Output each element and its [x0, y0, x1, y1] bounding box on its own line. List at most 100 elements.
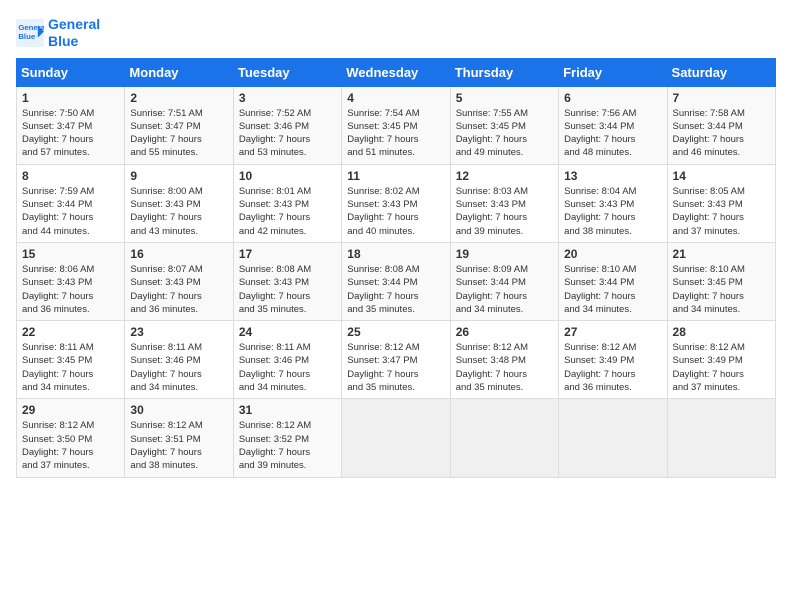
- day-number: 2: [130, 91, 227, 105]
- day-number: 17: [239, 247, 336, 261]
- calendar-cell: 16Sunrise: 8:07 AMSunset: 3:43 PMDayligh…: [125, 242, 233, 320]
- day-number: 1: [22, 91, 119, 105]
- day-info: Sunrise: 7:52 AMSunset: 3:46 PMDaylight:…: [239, 107, 336, 160]
- calendar-cell: 24 Sunrise: 8:11 AMSunset: 3:46 PMDayligh…: [233, 321, 341, 399]
- calendar-cell: 11 Sunrise: 8:02 AMSunset: 3:43 PMDayligh…: [342, 164, 450, 242]
- calendar-cell: [559, 399, 667, 477]
- calendar-cell: 5 Sunrise: 7:55 AMSunset: 3:45 PMDaylight…: [450, 86, 558, 164]
- calendar-cell: 26 Sunrise: 8:12 AMSunset: 3:48 PMDayligh…: [450, 321, 558, 399]
- day-info: Sunrise: 8:11 AMSunset: 3:46 PMDaylight:…: [130, 341, 227, 394]
- day-number: 15: [22, 247, 119, 261]
- day-info: Sunrise: 7:59 AMSunset: 3:44 PMDaylight:…: [22, 185, 119, 238]
- day-number: 22: [22, 325, 119, 339]
- day-info: Sunrise: 8:12 AMSunset: 3:49 PMDaylight:…: [673, 341, 770, 394]
- day-number: 9: [130, 169, 227, 183]
- day-info: Sunrise: 8:00 AMSunset: 3:43 PMDaylight:…: [130, 185, 227, 238]
- day-info: Sunrise: 7:51 AMSunset: 3:47 PMDaylight:…: [130, 107, 227, 160]
- calendar-cell: 10 Sunrise: 8:01 AMSunset: 3:43 PMDayligh…: [233, 164, 341, 242]
- calendar-cell: 31Sunrise: 8:12 AMSunset: 3:52 PMDayligh…: [233, 399, 341, 477]
- calendar-cell: 21 Sunrise: 8:10 AMSunset: 3:45 PMDayligh…: [667, 242, 775, 320]
- day-info: Sunrise: 7:50 AMSunset: 3:47 PMDaylight:…: [22, 107, 119, 160]
- day-info: Sunrise: 8:05 AMSunset: 3:43 PMDaylight:…: [673, 185, 770, 238]
- day-info: Sunrise: 8:10 AMSunset: 3:44 PMDaylight:…: [564, 263, 661, 316]
- day-number: 20: [564, 247, 661, 261]
- day-number: 25: [347, 325, 444, 339]
- calendar-cell: 28Sunrise: 8:12 AMSunset: 3:49 PMDayligh…: [667, 321, 775, 399]
- day-info: Sunrise: 7:56 AMSunset: 3:44 PMDaylight:…: [564, 107, 661, 160]
- calendar-cell: 27 Sunrise: 8:12 AMSunset: 3:49 PMDayligh…: [559, 321, 667, 399]
- calendar-cell: [667, 399, 775, 477]
- calendar-week-2: 8 Sunrise: 7:59 AMSunset: 3:44 PMDaylight…: [17, 164, 776, 242]
- day-info: Sunrise: 8:11 AMSunset: 3:46 PMDaylight:…: [239, 341, 336, 394]
- calendar-table: SundayMondayTuesdayWednesdayThursdayFrid…: [16, 58, 776, 478]
- day-number: 18: [347, 247, 444, 261]
- svg-text:Blue: Blue: [18, 32, 36, 41]
- day-header-friday: Friday: [559, 58, 667, 86]
- calendar-cell: 18 Sunrise: 8:08 AMSunset: 3:44 PMDayligh…: [342, 242, 450, 320]
- calendar-cell: 2 Sunrise: 7:51 AMSunset: 3:47 PMDaylight…: [125, 86, 233, 164]
- day-number: 16: [130, 247, 227, 261]
- calendar-cell: 7 Sunrise: 7:58 AMSunset: 3:44 PMDaylight…: [667, 86, 775, 164]
- calendar-cell: [342, 399, 450, 477]
- day-number: 14: [673, 169, 770, 183]
- calendar-cell: 1 Sunrise: 7:50 AMSunset: 3:47 PMDaylight…: [17, 86, 125, 164]
- calendar-cell: 25 Sunrise: 8:12 AMSunset: 3:47 PMDayligh…: [342, 321, 450, 399]
- day-info: Sunrise: 7:58 AMSunset: 3:44 PMDaylight:…: [673, 107, 770, 160]
- calendar-week-4: 22 Sunrise: 8:11 AMSunset: 3:45 PMDayligh…: [17, 321, 776, 399]
- day-info: Sunrise: 8:12 AMSunset: 3:49 PMDaylight:…: [564, 341, 661, 394]
- day-info: Sunrise: 8:01 AMSunset: 3:43 PMDaylight:…: [239, 185, 336, 238]
- day-number: 10: [239, 169, 336, 183]
- day-number: 24: [239, 325, 336, 339]
- day-info: Sunrise: 8:06 AMSunset: 3:43 PMDaylight:…: [22, 263, 119, 316]
- day-info: Sunrise: 8:04 AMSunset: 3:43 PMDaylight:…: [564, 185, 661, 238]
- calendar-week-5: 29 Sunrise: 8:12 AMSunset: 3:50 PMDayligh…: [17, 399, 776, 477]
- calendar-cell: 8 Sunrise: 7:59 AMSunset: 3:44 PMDaylight…: [17, 164, 125, 242]
- calendar-cell: 29 Sunrise: 8:12 AMSunset: 3:50 PMDayligh…: [17, 399, 125, 477]
- calendar-cell: 30 Sunrise: 8:12 AMSunset: 3:51 PMDayligh…: [125, 399, 233, 477]
- day-info: Sunrise: 8:12 AMSunset: 3:51 PMDaylight:…: [130, 419, 227, 472]
- day-header-thursday: Thursday: [450, 58, 558, 86]
- calendar-cell: 9 Sunrise: 8:00 AMSunset: 3:43 PMDaylight…: [125, 164, 233, 242]
- day-info: Sunrise: 8:08 AMSunset: 3:44 PMDaylight:…: [347, 263, 444, 316]
- day-number: 21: [673, 247, 770, 261]
- day-number: 27: [564, 325, 661, 339]
- calendar-cell: 23Sunrise: 8:11 AMSunset: 3:46 PMDayligh…: [125, 321, 233, 399]
- day-info: Sunrise: 8:12 AMSunset: 3:47 PMDaylight:…: [347, 341, 444, 394]
- day-info: Sunrise: 7:55 AMSunset: 3:45 PMDaylight:…: [456, 107, 553, 160]
- day-number: 5: [456, 91, 553, 105]
- day-info: Sunrise: 8:09 AMSunset: 3:44 PMDaylight:…: [456, 263, 553, 316]
- header-row: SundayMondayTuesdayWednesdayThursdayFrid…: [17, 58, 776, 86]
- day-number: 7: [673, 91, 770, 105]
- calendar-cell: 4Sunrise: 7:54 AMSunset: 3:45 PMDaylight…: [342, 86, 450, 164]
- day-header-tuesday: Tuesday: [233, 58, 341, 86]
- day-header-saturday: Saturday: [667, 58, 775, 86]
- day-number: 31: [239, 403, 336, 417]
- day-info: Sunrise: 8:12 AMSunset: 3:48 PMDaylight:…: [456, 341, 553, 394]
- logo-icon: General Blue: [16, 19, 44, 47]
- calendar-cell: 20 Sunrise: 8:10 AMSunset: 3:44 PMDayligh…: [559, 242, 667, 320]
- day-header-wednesday: Wednesday: [342, 58, 450, 86]
- day-info: Sunrise: 8:10 AMSunset: 3:45 PMDaylight:…: [673, 263, 770, 316]
- day-number: 26: [456, 325, 553, 339]
- day-info: Sunrise: 8:12 AMSunset: 3:50 PMDaylight:…: [22, 419, 119, 472]
- day-number: 12: [456, 169, 553, 183]
- calendar-week-3: 15 Sunrise: 8:06 AMSunset: 3:43 PMDayligh…: [17, 242, 776, 320]
- day-number: 6: [564, 91, 661, 105]
- calendar-cell: 22 Sunrise: 8:11 AMSunset: 3:45 PMDayligh…: [17, 321, 125, 399]
- day-header-monday: Monday: [125, 58, 233, 86]
- day-number: 11: [347, 169, 444, 183]
- day-info: Sunrise: 8:02 AMSunset: 3:43 PMDaylight:…: [347, 185, 444, 238]
- calendar-cell: 13Sunrise: 8:04 AMSunset: 3:43 PMDayligh…: [559, 164, 667, 242]
- logo-text: General Blue: [48, 16, 100, 50]
- day-header-sunday: Sunday: [17, 58, 125, 86]
- day-info: Sunrise: 7:54 AMSunset: 3:45 PMDaylight:…: [347, 107, 444, 160]
- day-number: 30: [130, 403, 227, 417]
- calendar-cell: 19Sunrise: 8:09 AMSunset: 3:44 PMDayligh…: [450, 242, 558, 320]
- day-number: 8: [22, 169, 119, 183]
- day-info: Sunrise: 8:11 AMSunset: 3:45 PMDaylight:…: [22, 341, 119, 394]
- calendar-cell: 14 Sunrise: 8:05 AMSunset: 3:43 PMDayligh…: [667, 164, 775, 242]
- day-number: 29: [22, 403, 119, 417]
- calendar-cell: [450, 399, 558, 477]
- page-header: General Blue General Blue: [16, 16, 776, 50]
- calendar-cell: 15 Sunrise: 8:06 AMSunset: 3:43 PMDayligh…: [17, 242, 125, 320]
